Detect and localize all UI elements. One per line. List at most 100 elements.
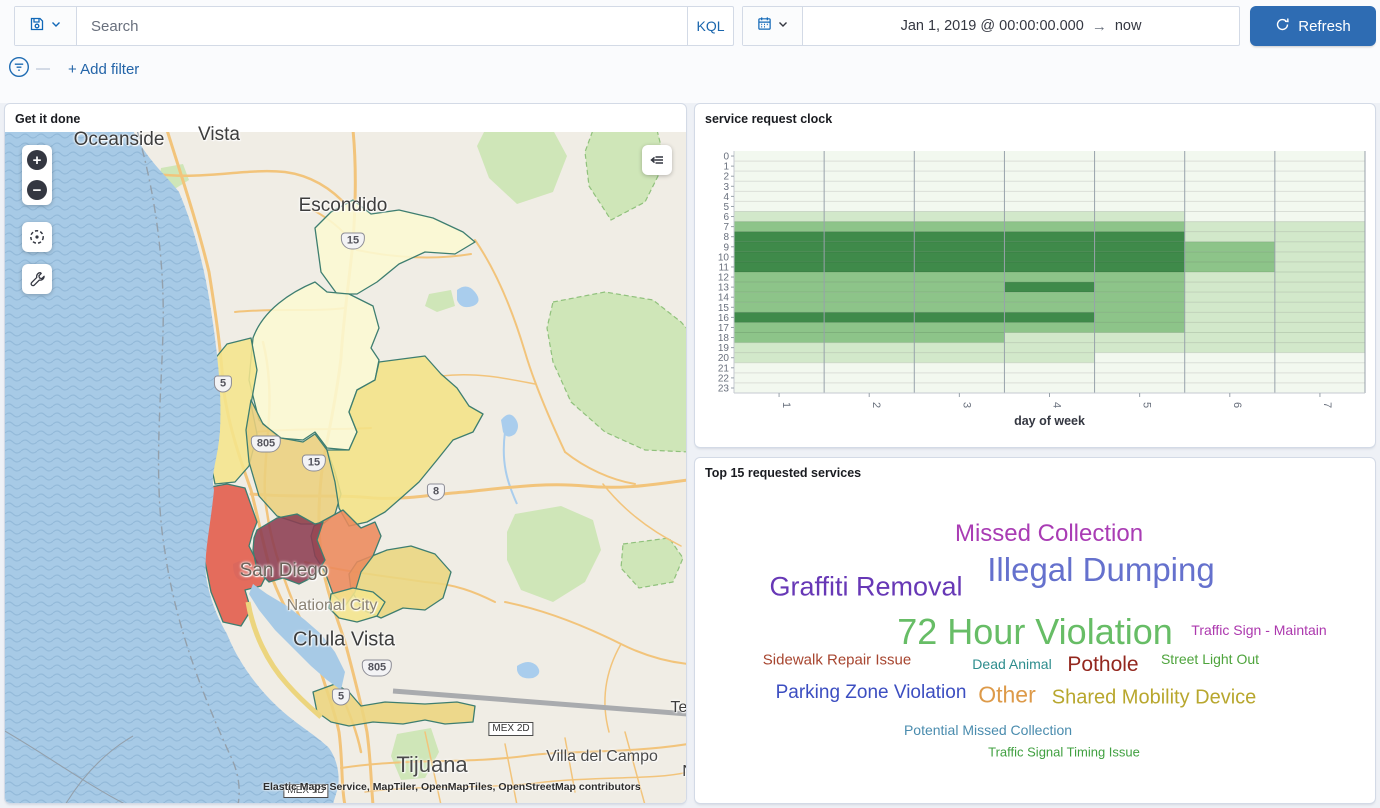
heatmap-cell[interactable] — [914, 363, 1004, 373]
date-range-button[interactable]: Jan 1, 2019 @ 00:00:00.000 → now — [803, 7, 1239, 45]
heatmap-cell[interactable] — [1275, 242, 1365, 252]
heatmap-cell[interactable] — [914, 302, 1004, 312]
refresh-button[interactable]: Refresh — [1250, 6, 1376, 46]
heatmap-cell[interactable] — [914, 252, 1004, 262]
heatmap-cell[interactable] — [1004, 212, 1094, 222]
heatmap-cell[interactable] — [734, 262, 824, 272]
heatmap-cell[interactable] — [1004, 201, 1094, 211]
heatmap-cell[interactable] — [1275, 222, 1365, 232]
tag-word[interactable]: Other — [978, 682, 1036, 709]
heatmap-cell[interactable] — [1004, 312, 1094, 322]
heatmap-cell[interactable] — [1185, 383, 1275, 393]
heatmap-cell[interactable] — [1095, 282, 1185, 292]
heatmap-cell[interactable] — [1004, 272, 1094, 282]
heatmap-cell[interactable] — [1185, 222, 1275, 232]
heatmap-cell[interactable] — [914, 242, 1004, 252]
locate-button[interactable] — [22, 222, 52, 252]
heatmap-cell[interactable] — [914, 171, 1004, 181]
heatmap-cell[interactable] — [824, 343, 914, 353]
heatmap-cell[interactable] — [1004, 353, 1094, 363]
heatmap-cell[interactable] — [1095, 373, 1185, 383]
heatmap-cell[interactable] — [914, 181, 1004, 191]
tag-word[interactable]: Traffic Signal Timing Issue — [988, 745, 1140, 760]
heatmap-cell[interactable] — [1185, 353, 1275, 363]
heatmap-cell[interactable] — [1275, 252, 1365, 262]
heatmap-cell[interactable] — [734, 151, 824, 161]
heatmap-cell[interactable] — [1275, 383, 1365, 393]
heatmap-cell[interactable] — [824, 191, 914, 201]
heatmap-cell[interactable] — [914, 212, 1004, 222]
tag-word[interactable]: Illegal Dumping — [987, 551, 1214, 589]
heatmap-cell[interactable] — [1185, 292, 1275, 302]
heatmap-cell[interactable] — [1004, 191, 1094, 201]
tag-word[interactable]: Graffiti Removal — [769, 572, 962, 603]
heatmap-cell[interactable] — [1275, 282, 1365, 292]
heatmap-cell[interactable] — [914, 383, 1004, 393]
heatmap-cell[interactable] — [914, 353, 1004, 363]
saved-query-button[interactable] — [15, 7, 77, 45]
tag-word[interactable]: Potential Missed Collection — [904, 722, 1072, 738]
zoom-in-button[interactable]: + — [22, 145, 52, 175]
heatmap-cell[interactable] — [1185, 212, 1275, 222]
heatmap-cell[interactable] — [1095, 292, 1185, 302]
heatmap-cell[interactable] — [1185, 302, 1275, 312]
heatmap-cell[interactable] — [734, 363, 824, 373]
heatmap-cell[interactable] — [734, 353, 824, 363]
heatmap-cell[interactable] — [734, 232, 824, 242]
heatmap-cell[interactable] — [824, 232, 914, 242]
heatmap-cell[interactable] — [914, 343, 1004, 353]
heatmap-cell[interactable] — [914, 151, 1004, 161]
heatmap-cell[interactable] — [1004, 161, 1094, 171]
heatmap-cell[interactable] — [824, 383, 914, 393]
heatmap-cell[interactable] — [734, 312, 824, 322]
heatmap-cell[interactable] — [734, 333, 824, 343]
heatmap-cell[interactable] — [1004, 383, 1094, 393]
heatmap-cell[interactable] — [1275, 171, 1365, 181]
heatmap-cell[interactable] — [824, 333, 914, 343]
heatmap-cell[interactable] — [1095, 363, 1185, 373]
heatmap-cell[interactable] — [1185, 171, 1275, 181]
heatmap-cell[interactable] — [1275, 302, 1365, 312]
heatmap-cell[interactable] — [824, 262, 914, 272]
heatmap-cell[interactable] — [1004, 373, 1094, 383]
search-input[interactable] — [77, 7, 687, 45]
heatmap-cell[interactable] — [1275, 312, 1365, 322]
heatmap-cell[interactable] — [1275, 353, 1365, 363]
heatmap-cell[interactable] — [1004, 252, 1094, 262]
legend-collapse-button[interactable] — [642, 145, 672, 175]
heatmap-cell[interactable] — [1275, 212, 1365, 222]
heatmap-cell[interactable] — [824, 181, 914, 191]
heatmap-cell[interactable] — [1275, 333, 1365, 343]
heatmap-chart[interactable]: 0123456789101112131415161718192021222312… — [695, 132, 1376, 448]
heatmap-cell[interactable] — [734, 373, 824, 383]
heatmap-cell[interactable] — [1095, 222, 1185, 232]
heatmap-cell[interactable] — [1095, 171, 1185, 181]
heatmap-cell[interactable] — [1275, 363, 1365, 373]
heatmap-cell[interactable] — [1275, 272, 1365, 282]
heatmap-cell[interactable] — [1275, 151, 1365, 161]
heatmap-cell[interactable] — [1275, 232, 1365, 242]
heatmap-cell[interactable] — [1095, 181, 1185, 191]
heatmap-cell[interactable] — [824, 312, 914, 322]
heatmap-cell[interactable] — [1275, 161, 1365, 171]
heatmap-cell[interactable] — [1185, 181, 1275, 191]
heatmap-cell[interactable] — [824, 353, 914, 363]
heatmap-cell[interactable] — [1095, 191, 1185, 201]
heatmap-cell[interactable] — [1095, 312, 1185, 322]
heatmap-cell[interactable] — [734, 201, 824, 211]
heatmap-cell[interactable] — [1185, 333, 1275, 343]
heatmap-cell[interactable] — [1095, 262, 1185, 272]
heatmap-cell[interactable] — [824, 322, 914, 332]
heatmap-cell[interactable] — [734, 161, 824, 171]
heatmap-cell[interactable] — [1095, 322, 1185, 332]
heatmap-cell[interactable] — [824, 363, 914, 373]
heatmap-cell[interactable] — [1095, 383, 1185, 393]
heatmap-cell[interactable] — [1004, 232, 1094, 242]
heatmap-cell[interactable] — [734, 212, 824, 222]
heatmap-cell[interactable] — [734, 252, 824, 262]
tag-word[interactable]: Shared Mobility Device — [1052, 687, 1257, 710]
heatmap-cell[interactable] — [1275, 292, 1365, 302]
heatmap-cell[interactable] — [1004, 242, 1094, 252]
heatmap-cell[interactable] — [914, 333, 1004, 343]
tag-word[interactable]: Traffic Sign - Maintain — [1191, 622, 1326, 638]
